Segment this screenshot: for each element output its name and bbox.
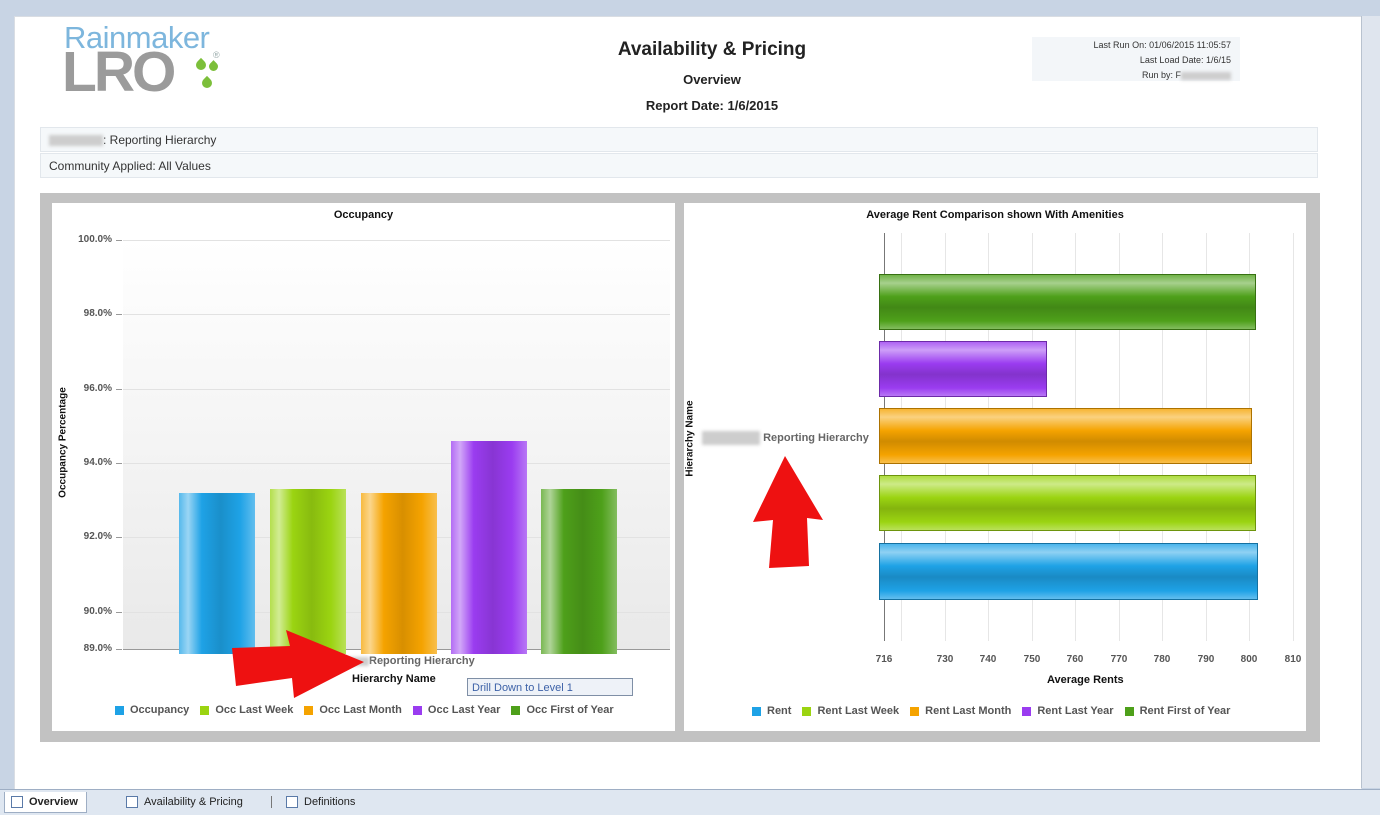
legend-swatch	[1022, 706, 1032, 716]
legend-label: Rent First of Year	[1139, 705, 1231, 717]
legend-swatch	[115, 705, 124, 715]
tab-overview-label: Overview	[29, 796, 78, 808]
run-by-text: Run by: F	[1141, 70, 1181, 80]
legend-swatch	[1124, 706, 1134, 716]
occupancy-y-tick-mark	[116, 240, 122, 241]
rent-x-tick: 760	[1066, 654, 1084, 665]
rent-x-tick: 750	[1023, 654, 1041, 665]
tab-overview[interactable]: Overview	[4, 792, 87, 813]
occupancy-category-text: Reporting Hierarchy	[369, 655, 475, 667]
legend-label: Rent Last Year	[1037, 705, 1114, 717]
occupancy-gridline	[123, 389, 670, 390]
hierarchy-filter-text: : Reporting Hierarchy	[103, 133, 217, 147]
last-load-text: Last Load Date: 1/6/15	[1139, 55, 1231, 65]
occupancy-gridline	[123, 240, 670, 241]
report-tab-bar: Overview Availability & Pricing Definiti…	[0, 789, 1380, 815]
occupancy-y-tick-mark	[116, 649, 122, 650]
rent-x-tick: 716	[875, 654, 893, 665]
redacted-user	[1181, 71, 1231, 80]
rent-x-tick: 780	[1153, 654, 1171, 665]
legend-label: Rent	[767, 705, 792, 717]
occupancy-y-tick: 90.0%	[83, 606, 112, 617]
redacted-company	[49, 135, 103, 147]
legend-label: Rent Last Month	[925, 705, 1012, 717]
hierarchy-filter-row: : Reporting Hierarchy	[40, 127, 1318, 152]
occupancy-gridline	[123, 463, 670, 464]
legend-swatch	[200, 705, 210, 715]
occupancy-bar	[361, 493, 437, 654]
logo-text-lro: LRO	[62, 40, 176, 104]
tab-definitions[interactable]: Definitions	[286, 792, 355, 812]
legend-swatch	[910, 706, 920, 716]
rent-category-text: Reporting Hierarchy	[763, 431, 869, 444]
rent-legend: Rent Rent Last Week Rent Last Month Rent La…	[752, 705, 1230, 717]
red-arrow-up-annotation	[753, 456, 823, 568]
occupancy-y-tick-mark	[116, 537, 122, 538]
occupancy-y-tick: 98.0%	[83, 308, 112, 319]
occupancy-y-tick: 89.0%	[83, 643, 112, 654]
report-date: Report Date: 1/6/2015	[645, 98, 779, 113]
rent-x-tick: 800	[1240, 654, 1258, 665]
occupancy-bar	[451, 441, 527, 654]
rent-x-tick: 730	[936, 654, 954, 665]
rent-bar	[879, 341, 1047, 397]
occupancy-gridline	[123, 314, 670, 315]
legend-swatch	[412, 705, 422, 715]
report-subtitle: Overview	[683, 72, 741, 87]
legend-label: Occupancy	[130, 704, 190, 716]
legend-swatch	[304, 705, 314, 715]
legend-swatch	[752, 706, 761, 716]
rent-bar	[879, 543, 1258, 600]
occupancy-y-tick-mark	[116, 389, 122, 390]
rent-gridline	[1293, 233, 1294, 641]
occupancy-y-tick-mark	[116, 314, 122, 315]
last-run-text: Last Run On: 01/06/2015 11:05:57	[1093, 40, 1231, 50]
rent-x-tick: 810	[1284, 654, 1302, 665]
tab-separator	[271, 796, 272, 808]
legend-swatch	[802, 706, 812, 716]
drill-down-tooltip[interactable]: Drill Down to Level 1	[467, 678, 633, 696]
rent-x-tick: 740	[979, 654, 997, 665]
rent-category-label: Reporting Hierarchy	[702, 431, 869, 445]
tab-definitions-label: Definitions	[304, 796, 356, 808]
report-page-icon	[11, 796, 23, 808]
rent-x-axis-title: Average Rents	[1047, 674, 1124, 686]
run-by-line: Run by: F	[1142, 70, 1231, 80]
document-icon	[286, 796, 298, 808]
rent-x-tick: 770	[1110, 654, 1128, 665]
legend-swatch	[511, 705, 521, 715]
rent-y-axis-title: Hierarchy Name	[684, 400, 696, 477]
legend-label: Occ Last Year	[427, 704, 501, 716]
rent-bar	[879, 475, 1256, 531]
occupancy-y-tick-mark	[116, 463, 122, 464]
occupancy-y-tick: 100.0%	[78, 234, 112, 245]
rent-bar	[879, 274, 1256, 330]
report-page-icon	[126, 796, 138, 808]
logo-registered-mark: ®	[213, 50, 220, 60]
red-arrow-right-annotation	[232, 630, 364, 698]
report-title: Availability & Pricing	[617, 39, 807, 60]
rent-x-tick: 790	[1197, 654, 1215, 665]
tab-availability-pricing[interactable]: Availability & Pricing	[126, 792, 243, 812]
occupancy-y-axis-title: Occupancy Percentage	[57, 387, 69, 498]
community-filter-text: Community Applied: All Values	[49, 159, 211, 173]
redacted-company	[702, 431, 760, 445]
occupancy-y-tick: 92.0%	[83, 531, 112, 542]
community-filter-row: Community Applied: All Values	[40, 153, 1318, 178]
rent-bar	[879, 408, 1252, 464]
tab-availability-pricing-label: Availability & Pricing	[144, 796, 243, 808]
legend-label: Occ First of Year	[526, 704, 614, 716]
occupancy-bar	[541, 489, 617, 654]
occupancy-y-tick-mark	[116, 612, 122, 613]
rent-chart-title: Average Rent Comparison shown With Ameni…	[866, 209, 1124, 221]
legend-label: Rent Last Week	[817, 705, 900, 717]
vertical-scrollbar[interactable]	[1361, 16, 1380, 788]
occupancy-chart-title: Occupancy	[333, 209, 394, 221]
run-info-box: Last Run On: 01/06/2015 11:05:57 Last Lo…	[1032, 37, 1240, 81]
